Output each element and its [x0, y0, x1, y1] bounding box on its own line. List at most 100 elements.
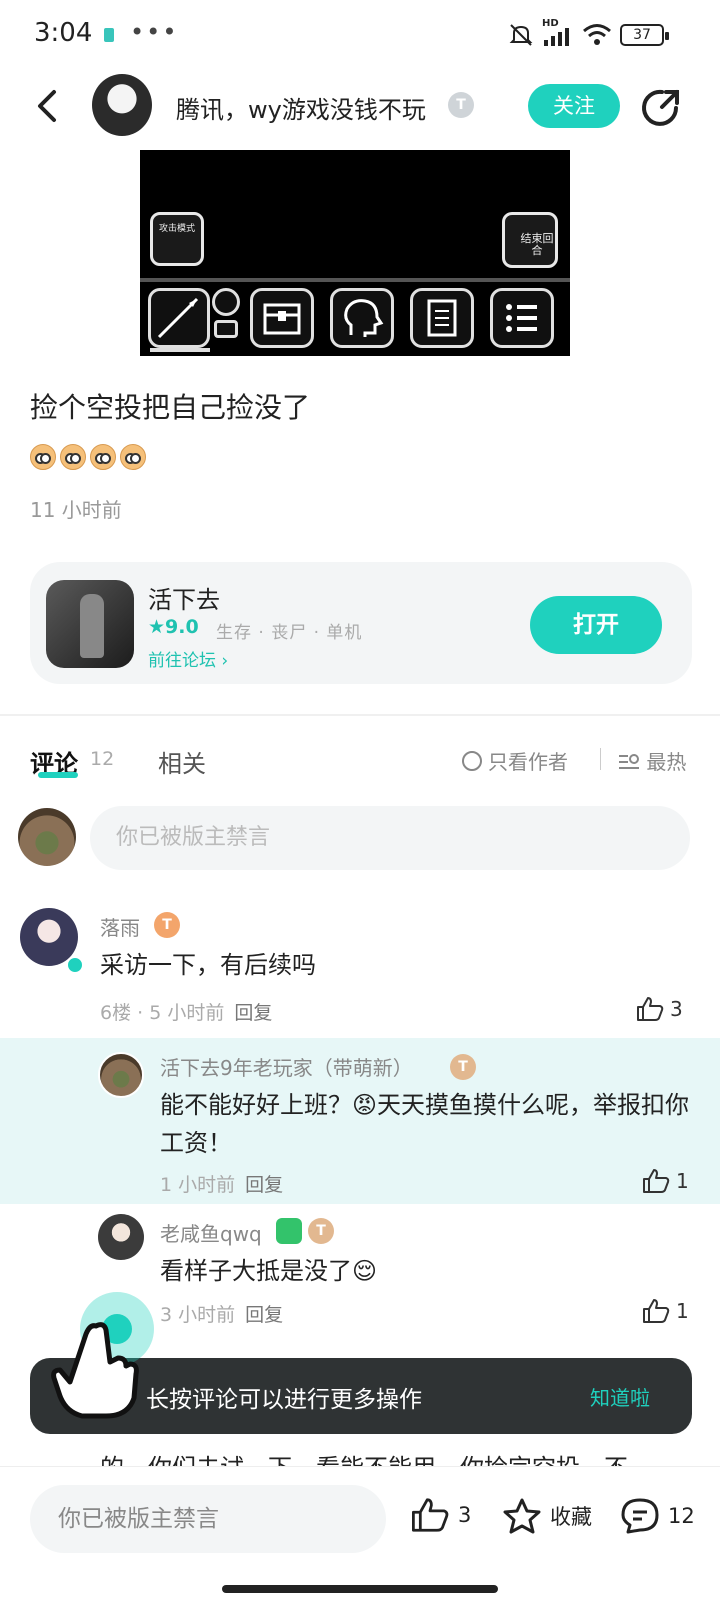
favorite-button[interactable]: 收藏 [502, 1497, 592, 1535]
reply-time: 1 小时前 [160, 1174, 236, 1196]
forum-link[interactable]: 前往论坛 › [148, 646, 228, 671]
sim-icon [104, 28, 114, 42]
battery-icon: 37 [620, 24, 669, 46]
section-divider [0, 714, 720, 716]
comment-text[interactable]: 采访一下，有后续吗 [100, 946, 680, 984]
post-emojis [30, 444, 146, 470]
post-header: 腾讯，wy游戏没钱不玩 T 关注 [0, 72, 720, 142]
shocked-emoji-icon [120, 444, 146, 470]
radio-icon [462, 750, 482, 771]
game-name[interactable]: 活下去 [148, 580, 220, 615]
comment-input[interactable]: 你已被版主禁言 [90, 806, 690, 870]
author-level-badge: T [448, 92, 474, 118]
reply-button[interactable]: 回复 [234, 1002, 272, 1024]
sort-icon [619, 754, 639, 769]
end-turn-label: 结束回合 [520, 232, 554, 257]
health-bar [150, 348, 210, 352]
game-rating: ★9.0 [148, 616, 199, 638]
post-title: 捡个空投把自己捡没了 [30, 391, 311, 424]
like-count: 3 [670, 997, 683, 1021]
reply-text[interactable]: 能不能好好上班？😡天天摸鱼摸什么呢，举报扣你工资！ [160, 1086, 690, 1162]
comment-meta: 6楼 · 5 小时前 回复 [100, 998, 272, 1025]
author-only-toggle[interactable]: 只看作者 [462, 746, 568, 775]
author-only-label: 只看作者 [488, 750, 568, 774]
signal-icon [544, 28, 569, 46]
brain-icon [330, 288, 394, 348]
shocked-emoji-icon [30, 444, 56, 470]
shocked-emoji-icon [90, 444, 116, 470]
open-game-button[interactable]: 打开 [530, 596, 662, 654]
game-tags: 生存 · 丧尸 · 单机 [216, 623, 363, 643]
reply-meta: 1 小时前 回复 [160, 1170, 283, 1197]
favorite-label: 收藏 [550, 1505, 592, 1529]
crossbow-icon [212, 288, 240, 316]
share-icon[interactable] [640, 86, 682, 128]
comments-button[interactable]: 12 [620, 1497, 695, 1535]
reply-author[interactable]: 老咸鱼qwq [160, 1218, 262, 1247]
bottom-bar: 你已被版主禁言 3 收藏 12 [0, 1466, 720, 1600]
more-notifications-icon: ••• [130, 18, 179, 46]
game-icon[interactable] [46, 580, 134, 668]
post-time: 11 小时前 [30, 498, 122, 522]
post-image[interactable]: 攻击模式 结束回合 [140, 150, 570, 356]
comment-bubble-icon [621, 1498, 659, 1534]
reply-like-button[interactable]: 1 [642, 1298, 689, 1324]
level-badge: T [154, 912, 180, 938]
pointing-hand-icon [51, 1322, 139, 1419]
toast-message: 长按评论可以进行更多操作 [146, 1387, 422, 1413]
thumbs-up-icon [643, 1169, 670, 1193]
wifi-icon [583, 24, 611, 45]
comment-time: 6楼 · 5 小时前 [100, 1002, 225, 1024]
follow-button[interactable]: 关注 [528, 84, 620, 128]
reply-time: 3 小时前 [160, 1304, 236, 1326]
like-count: 1 [676, 1299, 689, 1323]
author-name[interactable]: 腾讯，wy游戏没钱不玩 [176, 90, 426, 125]
status-bar: 3:04 ••• HD 37 [0, 0, 720, 72]
filter-divider [600, 748, 601, 770]
verified-icon [66, 956, 84, 974]
tab-related[interactable]: 相关 [158, 744, 206, 779]
reply-meta: 3 小时前 回复 [160, 1300, 283, 1327]
shocked-emoji-icon [60, 444, 86, 470]
sort-hot-button[interactable]: 最热 [618, 746, 686, 775]
weapon-slot-icon [148, 288, 210, 348]
author-avatar[interactable] [92, 74, 152, 136]
toast-dismiss-button[interactable]: 知道啦 [590, 1382, 650, 1411]
tab-active-indicator [38, 772, 78, 778]
ammo-slot-icon [214, 320, 238, 338]
star-icon [503, 1498, 541, 1534]
level-badge: T [450, 1054, 476, 1080]
thumbs-up-icon [412, 1498, 449, 1532]
end-turn-button: 结束回合 [502, 212, 558, 268]
comment-count: 12 [668, 1504, 695, 1528]
notes-icon [410, 288, 474, 348]
back-icon[interactable] [30, 86, 70, 126]
fan-badge-icon [276, 1218, 302, 1244]
post-like-count: 3 [458, 1503, 472, 1527]
menu-list-icon [490, 288, 554, 348]
attack-mode-button: 攻击模式 [150, 212, 204, 266]
reply-like-button[interactable]: 1 [642, 1168, 689, 1194]
reply-avatar[interactable] [98, 1052, 144, 1098]
chest-icon [250, 288, 314, 348]
game-card[interactable]: 活下去 ★9.0 生存 · 丧尸 · 单机 前往论坛 › 打开 [30, 562, 692, 684]
reply-author[interactable]: 活下去9年老玩家（带萌新） [160, 1052, 413, 1081]
level-badge: T [308, 1218, 334, 1244]
my-avatar [18, 808, 76, 866]
comments-count: 12 [90, 748, 115, 770]
attack-mode-label: 攻击模式 [158, 224, 195, 234]
comment-like-button[interactable]: 3 [636, 996, 683, 1022]
home-indicator[interactable] [222, 1585, 498, 1593]
mute-icon [509, 24, 533, 46]
post-like-button[interactable]: 3 [410, 1497, 471, 1533]
comment-author[interactable]: 落雨 [100, 912, 140, 941]
reply-button[interactable]: 回复 [245, 1174, 283, 1196]
thumbs-up-icon [637, 997, 664, 1021]
reply-text[interactable]: 看样子大抵是没了😌 [160, 1252, 690, 1290]
sort-label: 最热 [646, 750, 687, 774]
reply-avatar[interactable] [98, 1214, 144, 1260]
bottom-comment-input[interactable]: 你已被版主禁言 [30, 1485, 386, 1553]
screenshot-divider [140, 278, 570, 282]
thumbs-up-icon [643, 1299, 670, 1323]
reply-button[interactable]: 回复 [245, 1304, 283, 1326]
